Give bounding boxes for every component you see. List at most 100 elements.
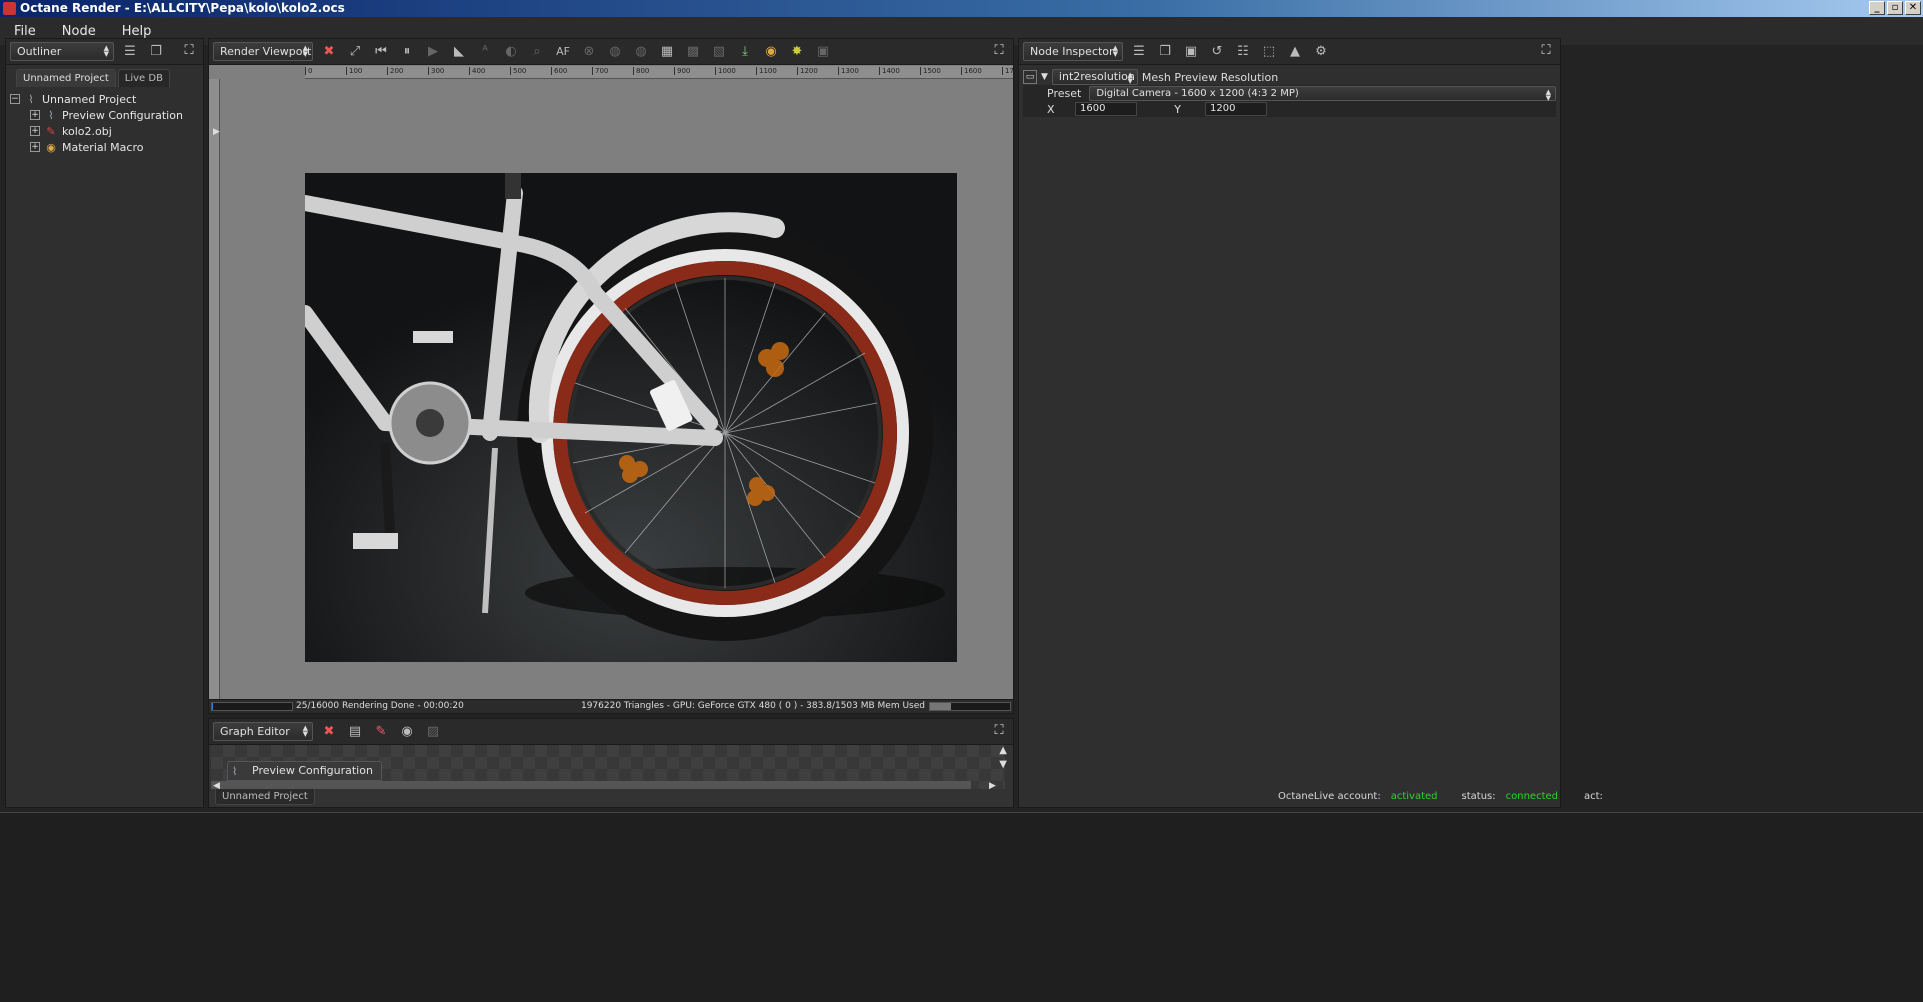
save-icon[interactable]: ▣	[1181, 42, 1201, 62]
outliner-tree: − ⌇ Unnamed Project + ⌇ Preview Configur…	[6, 87, 203, 155]
render-output-image[interactable]	[305, 173, 957, 662]
tree-root-label: Unnamed Project	[42, 92, 137, 106]
bicycle-render-illustration	[305, 173, 957, 662]
outliner-panel-select[interactable]: Outliner ▲ ▼	[10, 42, 114, 61]
node-name: Mesh Preview Resolution	[1141, 70, 1279, 84]
light-icon[interactable]: ✸	[787, 42, 807, 62]
tree-item-preview-configuration[interactable]: + ⌇ Preview Configuration	[10, 107, 203, 123]
node-type-select[interactable]: int2resolution ▲ ▼	[1051, 69, 1138, 85]
render-progress-bar	[211, 702, 293, 711]
region-render-icon[interactable]: ◍	[605, 42, 625, 62]
film-region-icon[interactable]: ◍	[631, 42, 651, 62]
viewport-lock-icon[interactable]: ⊗	[579, 42, 599, 62]
checker-icon[interactable]: ▩	[683, 42, 703, 62]
ruler-tick-label: 800	[633, 67, 649, 75]
tree-item-material-macro[interactable]: + ◉ Material Macro	[10, 139, 203, 155]
scroll-right-icon[interactable]: ▶	[989, 781, 996, 791]
stop-render-icon[interactable]: ✖	[319, 42, 339, 62]
ruler-tick-label: 1500	[920, 67, 941, 75]
delete-node-icon[interactable]: ✖	[319, 722, 339, 742]
add-mesh-icon[interactable]: ✎	[371, 722, 391, 742]
render-viewport-panel: Render Viewport ▲ ▼ ✖ ⤢ ⏮ ⏸ ▶ ◣ ᴬ ◐ ⌕ AF …	[208, 38, 1014, 714]
menu-help[interactable]: Help	[122, 24, 152, 39]
expand-icon[interactable]: +	[30, 110, 40, 120]
auto-focus-icon[interactable]: AF	[553, 42, 573, 62]
render-region-icon[interactable]: ▦	[657, 42, 677, 62]
window-controls: _ ▫ ✕	[1869, 1, 1921, 15]
ruler-tick-label: 100	[346, 67, 362, 75]
updown-arrows-icon: ▲ ▼	[302, 724, 308, 738]
inspector-combo-label: Node Inspector	[1030, 45, 1114, 58]
y-resolution-input[interactable]: 1200	[1205, 102, 1267, 116]
updown-arrows-icon: ▲ ▼	[1127, 71, 1133, 85]
auto-focus-off-icon[interactable]: ᴬ	[475, 42, 495, 62]
collapse-node-icon[interactable]: ▼	[1041, 72, 1048, 82]
ruler-tick-label: 1600	[961, 67, 982, 75]
collapse-all-icon[interactable]: ☰	[120, 42, 140, 62]
export-icon[interactable]: ⬚	[1259, 42, 1279, 62]
lock-icon[interactable]: ▣	[813, 42, 833, 62]
graph-node-preview-configuration[interactable]: ⌇ Preview Configuration	[227, 761, 382, 781]
render-status-text: 25/16000 Rendering Done - 00:00:20	[296, 701, 464, 711]
add-texture-icon[interactable]: ▨	[423, 722, 443, 742]
tree-item-label: kolo2.obj	[62, 124, 112, 138]
menu-file[interactable]: File	[14, 24, 36, 39]
save-image-icon[interactable]: ⤓	[735, 42, 755, 62]
expand-icon[interactable]: +	[30, 142, 40, 152]
tree-root-project[interactable]: − ⌇ Unnamed Project	[10, 91, 203, 107]
scroll-down-icon[interactable]: ▼	[999, 759, 1007, 770]
tab-live-db[interactable]: Live DB	[117, 69, 170, 87]
maximize-viewport-icon[interactable]: ⛶	[991, 43, 1007, 59]
minimize-button[interactable]: _	[1869, 1, 1885, 15]
image-icon[interactable]: ▲	[1285, 42, 1305, 62]
collapse-icon[interactable]: −	[10, 94, 20, 104]
restart-render-icon[interactable]: ⏮	[371, 42, 391, 62]
white-balance-icon[interactable]: ◐	[501, 42, 521, 62]
grid-icon[interactable]: ▧	[709, 42, 729, 62]
menu-node[interactable]: Node	[62, 24, 96, 39]
scroll-up-icon[interactable]: ▲	[999, 745, 1007, 756]
account-label: OctaneLive account:	[1278, 791, 1381, 802]
maximize-graph-editor-icon[interactable]: ⛶	[991, 723, 1007, 739]
history-icon[interactable]: ↺	[1207, 42, 1227, 62]
reset-camera-icon[interactable]: ⤢	[345, 42, 365, 62]
copy-layers-icon[interactable]: ❐	[1155, 42, 1175, 62]
render-target-node-icon: ⌇	[48, 108, 54, 122]
tree-item-kolo2-obj[interactable]: + ✎ kolo2.obj	[10, 123, 203, 139]
account-value: activated	[1390, 791, 1438, 802]
list-icon[interactable]: ☷	[1233, 42, 1253, 62]
desktop-background	[0, 812, 1923, 1002]
ruler-tick-label: 1000	[715, 67, 736, 75]
graph-tab-unnamed-project[interactable]: Unnamed Project	[215, 789, 315, 805]
expand-icon[interactable]: +	[30, 126, 40, 136]
load-icon[interactable]: ▤	[345, 722, 365, 742]
ruler-tick-label: 1200	[797, 67, 818, 75]
settings-icon[interactable]: ⚙	[1311, 42, 1331, 62]
preset-select[interactable]: Digital Camera - 1600 x 1200 (4:3 2 MP) …	[1089, 85, 1556, 101]
add-material-icon[interactable]: ◉	[397, 722, 417, 742]
collapse-all-icon[interactable]: ☰	[1129, 42, 1149, 62]
material-picker-icon[interactable]: ⌕	[527, 42, 547, 62]
play-icon[interactable]: ▶	[423, 42, 443, 62]
outliner-combo-label: Outliner	[17, 45, 62, 58]
horizontal-scrollbar[interactable]	[211, 781, 971, 789]
expand-left-arrow-icon[interactable]: ▶	[213, 127, 220, 137]
tab-unnamed-project[interactable]: Unnamed Project	[16, 69, 116, 87]
graph-editor-panel-select[interactable]: Graph Editor ▲ ▼	[213, 722, 313, 741]
viewport-panel-select[interactable]: Render Viewport ▲ ▼	[213, 42, 313, 61]
focus-picker-icon[interactable]: ◣	[449, 42, 469, 62]
copy-layers-icon[interactable]: ❐	[146, 42, 166, 62]
node-type-label: int2resolution	[1058, 70, 1135, 83]
maximize-inspector-icon[interactable]: ⛶	[1538, 43, 1554, 59]
restore-button[interactable]: ▫	[1887, 1, 1903, 15]
inspector-panel-select[interactable]: Node Inspector ▲ ▼	[1023, 42, 1123, 61]
close-button[interactable]: ✕	[1905, 1, 1921, 15]
pause-icon[interactable]: ⏸	[397, 42, 417, 62]
graph-canvas[interactable]: ⌇ Preview Configuration ◀ ▶	[211, 745, 1005, 791]
graph-editor-combo-label: Graph Editor	[220, 725, 290, 738]
maximize-outliner-icon[interactable]: ⛶	[181, 43, 197, 59]
act-label: act:	[1584, 791, 1603, 802]
preset-row: Preset Digital Camera - 1600 x 1200 (4:3…	[1023, 85, 1556, 101]
material-node-icon[interactable]: ◉	[761, 42, 781, 62]
x-resolution-input[interactable]: 1600	[1075, 102, 1137, 116]
